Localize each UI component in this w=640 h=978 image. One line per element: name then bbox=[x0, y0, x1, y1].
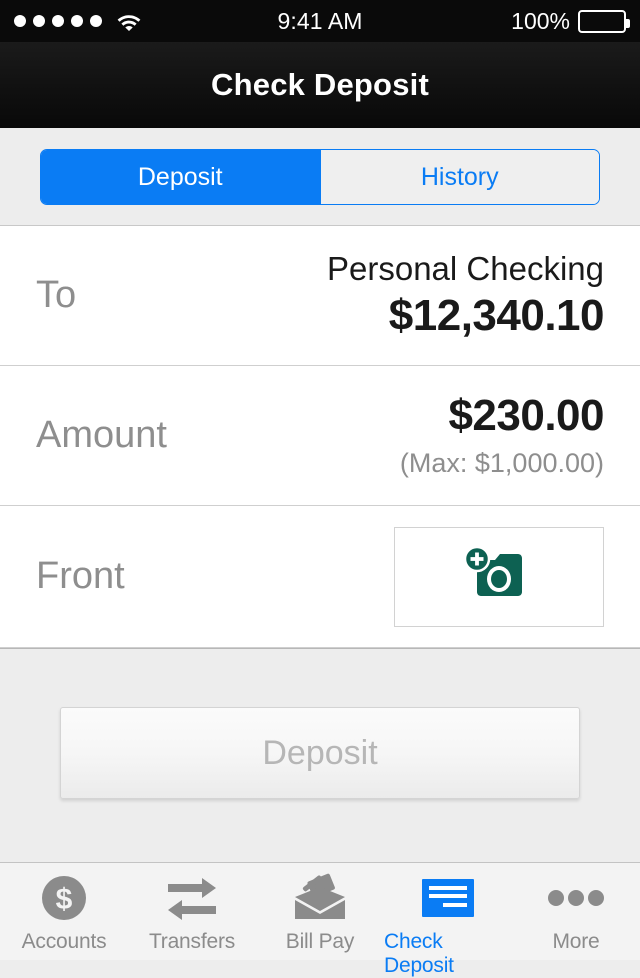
tab-transfers-label: Transfers bbox=[148, 930, 236, 953]
battery-full-icon bbox=[578, 9, 630, 33]
tab-check-deposit-label: Check Deposit bbox=[384, 930, 454, 977]
tab-bill-pay[interactable]: Bill Pay bbox=[256, 873, 384, 954]
tab-accounts-label: Accounts bbox=[21, 930, 107, 953]
tab-history[interactable]: History bbox=[319, 150, 599, 204]
tab-deposit[interactable]: Deposit bbox=[41, 150, 320, 204]
segmented-control[interactable]: Deposit History bbox=[40, 149, 600, 205]
tab-more-label: More bbox=[552, 930, 600, 953]
transfer-arrows-icon bbox=[164, 873, 220, 923]
check-document-icon bbox=[420, 873, 476, 923]
nav-bar: Check Deposit bbox=[0, 42, 640, 128]
segmented-control-container: Deposit History bbox=[0, 128, 640, 226]
amount-max-note: (Max: $1,000.00) bbox=[399, 447, 604, 478]
amount-value-group: $230.00 (Max: $1,000.00) bbox=[399, 390, 605, 481]
to-value: Personal Checking $12,340.10 bbox=[327, 248, 605, 342]
ellipsis-icon bbox=[547, 873, 605, 923]
envelope-bills-icon bbox=[291, 873, 349, 923]
dollar-circle-icon: $ bbox=[39, 873, 89, 923]
status-bar-time: 9:41 AM bbox=[277, 7, 363, 34]
tab-more[interactable]: More bbox=[512, 873, 640, 954]
account-balance: $12,340.10 bbox=[388, 290, 605, 340]
deposit-button[interactable]: Deposit bbox=[60, 707, 580, 799]
amount-value[interactable]: $230.00 bbox=[400, 390, 604, 443]
to-label: To bbox=[36, 274, 77, 316]
account-name: Personal Checking bbox=[327, 250, 604, 288]
front-capture-button[interactable] bbox=[394, 526, 604, 627]
to-account-row[interactable]: To Personal Checking $12,340.10 bbox=[0, 226, 640, 366]
tab-accounts[interactable]: $ Accounts bbox=[0, 873, 128, 954]
tab-transfers[interactable]: Transfers bbox=[128, 873, 256, 954]
amount-row[interactable]: Amount $230.00 (Max: $1,000.00) bbox=[0, 366, 640, 506]
status-bar: 9:41 AM 100% bbox=[0, 0, 640, 42]
amount-label: Amount bbox=[36, 414, 167, 456]
page-title: Check Deposit bbox=[211, 67, 429, 102]
action-area: Deposit bbox=[0, 648, 640, 862]
deposit-form: To Personal Checking $12,340.10 Amount $… bbox=[0, 226, 640, 648]
tab-bar: $ Accounts Transfers Bill Pay Check Depo… bbox=[0, 862, 640, 977]
front-image-row[interactable]: Front bbox=[0, 506, 640, 648]
front-label: Front bbox=[36, 555, 125, 597]
app-screen: 9:41 AM 100% Check Deposit Deposit Histo… bbox=[0, 0, 640, 977]
svg-text:$: $ bbox=[56, 883, 73, 916]
camera-add-icon bbox=[461, 545, 537, 607]
tab-check-deposit[interactable]: Check Deposit bbox=[384, 873, 512, 978]
tab-bill-pay-label: Bill Pay bbox=[285, 930, 355, 953]
